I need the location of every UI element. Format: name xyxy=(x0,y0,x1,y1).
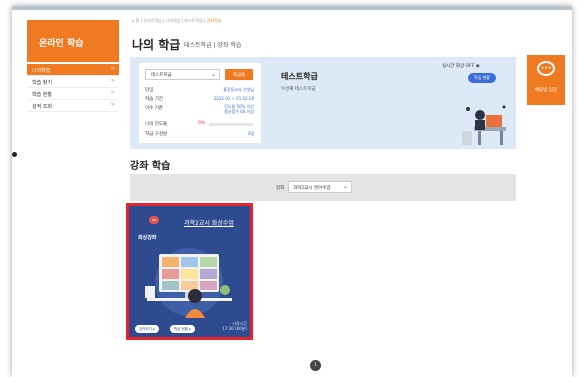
page-title: 나의 학급 xyxy=(132,38,181,52)
breadcrumb: ⌂ 홈 | 온라인학습 | 나의학습 | 테스트학급 | 강좌학습 xyxy=(132,18,222,23)
chevron-right-icon: > xyxy=(110,90,115,96)
lecture-title-link[interactable]: 과학2교시 화상수업 xyxy=(184,218,234,227)
breadcrumb-home[interactable]: ⌂ 홈 xyxy=(132,18,140,23)
breadcrumb-current: 강좌학습 xyxy=(206,18,222,23)
breadcrumb-item[interactable]: 나의학습 xyxy=(166,18,181,23)
sidebar-item-label: 학습 현황 xyxy=(32,92,52,98)
list-bullet xyxy=(12,152,17,157)
lectures-section-title: 강좌 학습 xyxy=(130,161,171,172)
chat-bubble-icon: ••• xyxy=(537,61,555,76)
breadcrumb-item[interactable]: 테스트학급 xyxy=(184,18,202,23)
info-value-members: 3명 xyxy=(247,131,254,136)
class-select[interactable]: 테스트학급 ⌄ xyxy=(145,69,220,80)
lecture-type-tag: 화상강좌 xyxy=(138,235,157,241)
page-subtitle: 테스트학급 | 강좌 학습 xyxy=(184,42,242,49)
lecture-start-time: 시작시간 17:30 (60분) xyxy=(222,321,247,331)
class-select-button[interactable]: 학급을 xyxy=(225,69,253,80)
student-desk-illustration xyxy=(462,105,506,145)
lecture-start-button[interactable]: 강의하기 ▸ xyxy=(135,325,159,333)
lecture-card-footer: 강의하기 ▸ 학습 현황 ▸ 시작시간 17:30 (60분) xyxy=(129,316,250,337)
chevron-right-icon: > xyxy=(110,102,115,108)
breadcrumb-item[interactable]: 온라인학습 xyxy=(143,18,161,23)
sidebar-item-my-class[interactable]: 나의학습 > xyxy=(27,64,119,76)
pagination-page-button[interactable]: 1 xyxy=(310,360,321,371)
sidebar-item-find[interactable]: 학습 찾기 > xyxy=(27,76,119,88)
class-description: 두번째 테스트학급 xyxy=(281,87,316,92)
class-name: 테스트학급 xyxy=(281,72,318,81)
app-window: 온라인 학습 나의학습 > 학습 찾기 > 학습 현황 > 성적 조회 > ⌂ … xyxy=(12,6,572,377)
info-label-criteria: 이수 기준 xyxy=(145,106,163,111)
live-badge: ON xyxy=(149,216,159,224)
sidebar-item-label: 학습 찾기 xyxy=(32,80,52,86)
sidebar-item-label: 성적 조회 xyxy=(32,104,52,110)
sidebar-title: 온라인 학습 xyxy=(27,20,119,62)
lecture-card[interactable]: ON 과학2교시 화상수업 화상강좌 강의하기 ▸ 학습 현황 ▸ 시작시간 1… xyxy=(129,206,250,337)
chevron-down-icon: ⌄ xyxy=(342,183,348,190)
info-label-members: 학급 구성원 xyxy=(145,132,168,137)
chat-room-button[interactable]: ••• 채팅방 입장 xyxy=(527,55,565,105)
chevron-right-icon: > xyxy=(110,78,115,84)
study-status-button[interactable]: 학습 현황 xyxy=(468,73,496,83)
info-label-teacher: 담임 xyxy=(145,88,154,93)
top-bar xyxy=(12,6,572,10)
sidebar-item-status[interactable]: 학습 현황 > xyxy=(27,88,119,100)
lecture-filter-bar: 강좌 과학2교시 영어수업 ⌄ xyxy=(130,174,516,201)
sidebar-menu: 나의학습 > 학습 찾기 > 학습 현황 > 성적 조회 > xyxy=(27,64,119,112)
info-label-progress: 나의 진도율 xyxy=(145,122,168,127)
info-value-criteria: 진도율 50% 이상 평균점수 60 이상 xyxy=(224,104,254,114)
chevron-down-icon: ⌄ xyxy=(210,71,216,78)
video-class-illustration xyxy=(145,248,232,318)
sidebar-item-grades[interactable]: 성적 조회 > xyxy=(27,100,119,112)
sidebar-item-label: 나의학습 xyxy=(32,68,51,74)
class-info-card: 테스트학급 ⌄ 학급을 담임 홍길동교사 선생님 학습 기간 2022.01 ~… xyxy=(139,63,261,143)
realtime-status[interactable]: 실시간 화상 OFF ◉ xyxy=(442,63,480,69)
info-value-teacher: 홍길동교사 선생님 xyxy=(223,87,254,92)
lecture-status-button[interactable]: 학습 현황 ▸ xyxy=(170,325,195,333)
info-label-period: 학습 기간 xyxy=(145,97,163,102)
class-info-panel: 테스트학급 ⌄ 학급을 담임 홍길동교사 선생님 학습 기간 2022.01 ~… xyxy=(130,57,516,149)
chevron-right-icon: > xyxy=(110,66,115,72)
info-value-period: 2022.01 ~ 21.02.28 xyxy=(213,96,254,101)
progress-bar xyxy=(209,123,253,126)
chat-room-label: 채팅방 입장 xyxy=(534,88,558,93)
filter-label: 강좌 xyxy=(276,186,285,191)
lecture-filter-select[interactable]: 과학2교시 영어수업 ⌄ xyxy=(288,181,352,193)
progress-percent: 0% xyxy=(198,121,206,126)
